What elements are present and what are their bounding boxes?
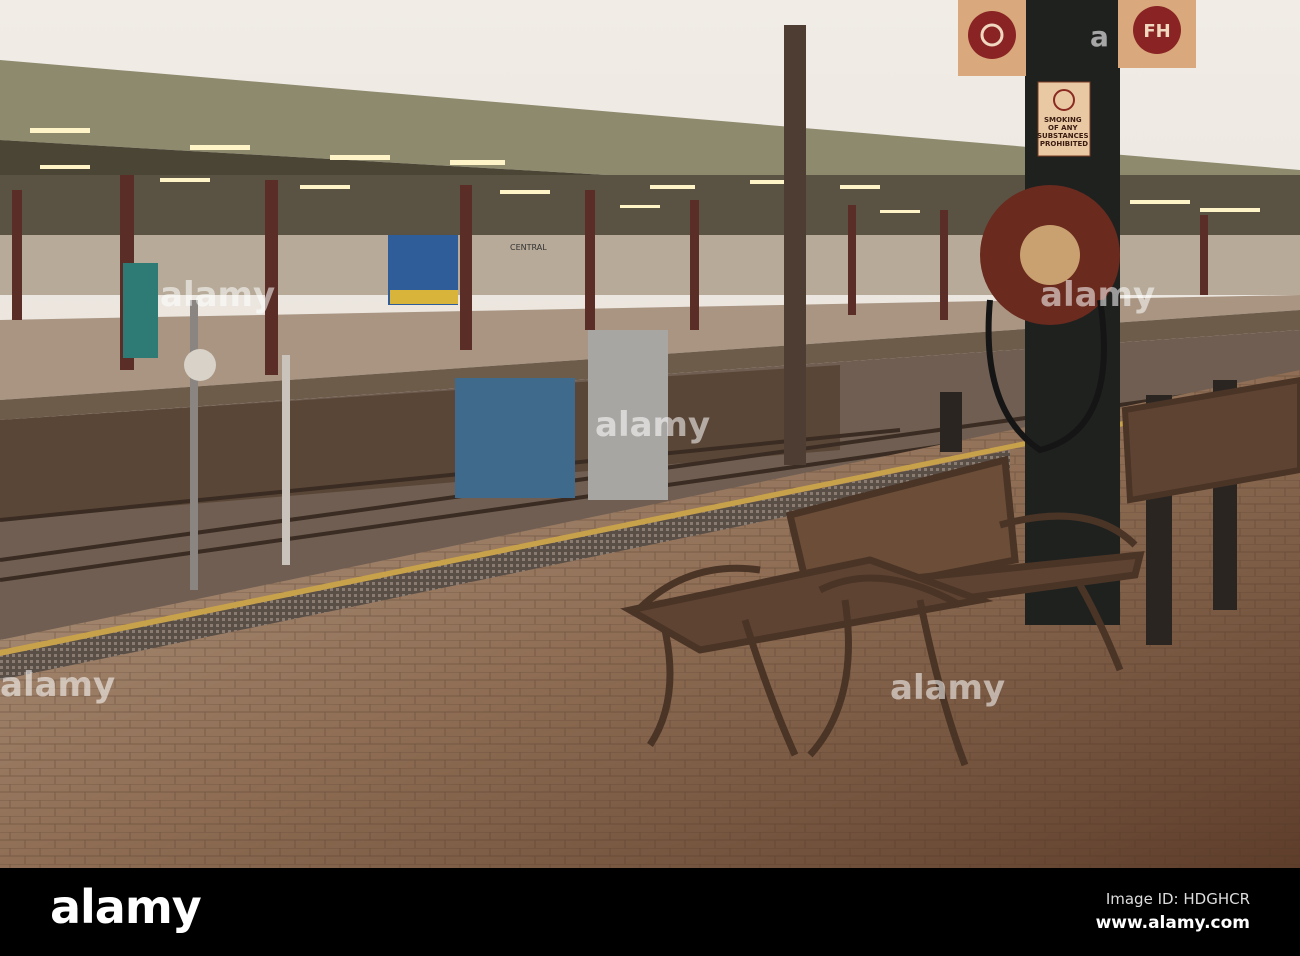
svg-text:FH: FH bbox=[1143, 21, 1170, 42]
watermark: alamy bbox=[595, 405, 711, 445]
svg-text:SMOKING OF ANY SUBSTAN: SMOKING OF ANY SUBSTANCES PROHIBITED bbox=[1037, 116, 1091, 148]
alamy-logo: alamy bbox=[50, 880, 202, 934]
loudspeaker bbox=[184, 349, 216, 381]
watermark: alamy bbox=[1040, 275, 1156, 315]
blue-electrical-box bbox=[455, 378, 575, 498]
overhead-pole bbox=[784, 25, 806, 465]
watermark-letter: a bbox=[1090, 20, 1109, 53]
watermark: alamy bbox=[160, 275, 276, 315]
watermark: alamy bbox=[0, 665, 116, 705]
site-url[interactable]: www.alamy.com bbox=[1096, 913, 1250, 933]
stock-photo: CENTRAL SMOKING OF ANY SUBSTANCES PROHIB… bbox=[0, 0, 1300, 956]
image-id: Image ID: HDGHCR bbox=[1105, 890, 1250, 908]
train-destination: CENTRAL bbox=[510, 243, 547, 252]
watermark: alamy bbox=[890, 668, 1006, 708]
ticket-machine bbox=[123, 263, 158, 358]
